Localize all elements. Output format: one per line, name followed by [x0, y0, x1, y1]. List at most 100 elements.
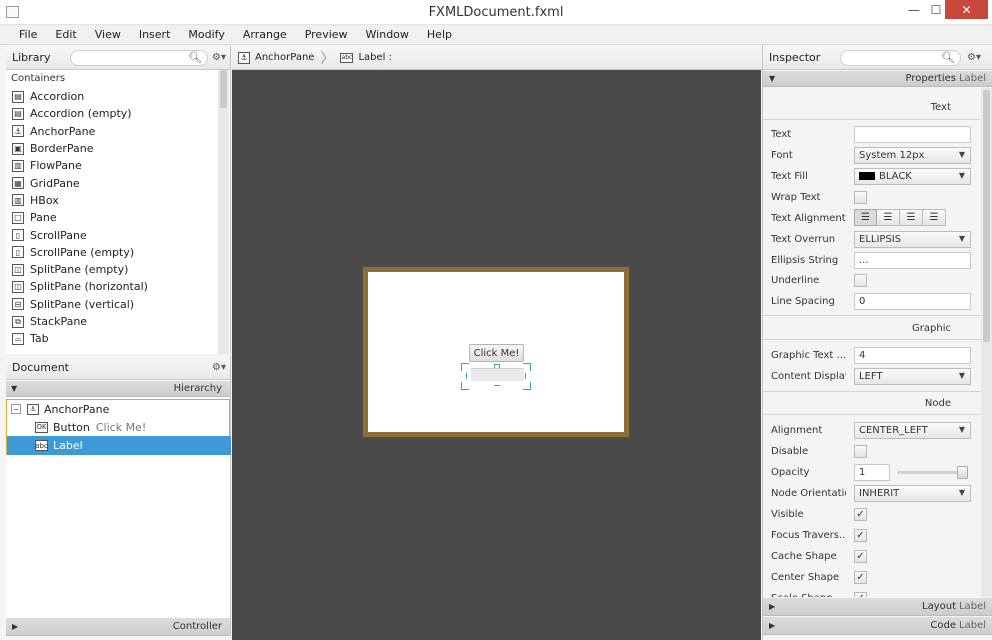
- document-gear-icon[interactable]: ⚙▾: [212, 362, 226, 373]
- inspector-scroll-thumb[interactable]: [983, 90, 990, 342]
- selection-handle-bl[interactable]: [461, 382, 469, 390]
- menu-help[interactable]: Help: [418, 28, 461, 41]
- node-orientation-combo[interactable]: INHERIT ▼: [854, 484, 971, 502]
- controller-bar[interactable]: ▶ Controller: [6, 618, 230, 636]
- menu-insert[interactable]: Insert: [130, 28, 180, 41]
- hierarchy-label: Hierarchy: [173, 383, 222, 394]
- container-icon: ▦: [12, 177, 24, 190]
- library-item[interactable]: ⌓ Tab: [6, 330, 218, 347]
- align-center-icon[interactable]: ☰: [877, 209, 900, 226]
- menu-modify[interactable]: Modify: [179, 28, 233, 41]
- breadcrumb-item-anchorpane[interactable]: AnchorPane: [255, 52, 314, 63]
- menu-arrange[interactable]: Arrange: [234, 28, 296, 41]
- alignment-combo[interactable]: CENTER_LEFT ▼: [854, 421, 971, 439]
- prop-wrap-text-label: Wrap Text: [771, 191, 821, 203]
- tree-item-label-selected[interactable]: abc Label: [7, 436, 231, 455]
- menu-edit[interactable]: Edit: [46, 28, 85, 41]
- library-item[interactable]: ▯ ScrollPane: [6, 226, 218, 243]
- close-button[interactable]: ✕: [945, 0, 988, 19]
- font-combo[interactable]: System 12px ▼: [854, 146, 971, 164]
- layout-toggle-icon[interactable]: ▶: [769, 602, 775, 611]
- properties-bar[interactable]: ▼ Properties : Label: [763, 71, 992, 87]
- text-fill-combo[interactable]: BLACK ▼: [854, 167, 971, 185]
- library-gear-icon[interactable]: ⚙▾: [212, 52, 226, 63]
- hierarchy-bar[interactable]: ▼ Hierarchy: [6, 381, 230, 397]
- maximize-button[interactable]: ☐: [926, 0, 946, 20]
- library-item[interactable]: ▥ HBox: [6, 192, 218, 209]
- align-justify-icon[interactable]: ☰: [923, 209, 946, 226]
- library-item[interactable]: ▥ FlowPane: [6, 157, 218, 174]
- selection-handle-left[interactable]: [462, 373, 467, 379]
- prop-disable-label: Disable: [771, 445, 809, 457]
- selected-label-element[interactable]: [471, 368, 524, 381]
- hierarchy-toggle-icon[interactable]: ▼: [11, 384, 17, 393]
- design-canvas[interactable]: Click Me!: [232, 70, 761, 640]
- properties-toggle-icon[interactable]: ▼: [769, 74, 775, 83]
- line-spacing-field[interactable]: 0: [854, 292, 971, 310]
- ellipsis-string-field[interactable]: ...: [854, 251, 971, 269]
- menu-preview[interactable]: Preview: [296, 28, 357, 41]
- code-toggle-icon[interactable]: ▶: [769, 621, 775, 630]
- label-icon: abc: [35, 440, 48, 451]
- inspector-search-input[interactable]: 🔍︎: [840, 50, 961, 66]
- library-item[interactable]: □ Pane: [6, 209, 218, 226]
- opacity-slider-thumb[interactable]: [957, 466, 968, 479]
- library-search-input[interactable]: 🔍︎: [70, 50, 208, 66]
- code-bar[interactable]: ▶ Code : Label: [763, 617, 992, 635]
- wrap-text-checkbox[interactable]: [854, 190, 867, 204]
- tree-item-anchorpane[interactable]: − ⚓ AnchorPane: [7, 400, 231, 418]
- disable-checkbox[interactable]: [854, 444, 867, 458]
- align-left-icon[interactable]: ☰: [854, 209, 877, 226]
- center-shape-checkbox[interactable]: ✓: [854, 570, 867, 584]
- library-scroll-thumb[interactable]: [220, 70, 227, 108]
- library-item[interactable]: ⧉ StackPane: [6, 313, 218, 330]
- prop-font: Font System 12px ▼: [771, 145, 971, 165]
- menu-bar: File Edit View Insert Modify Arrange Pre…: [0, 25, 992, 45]
- opacity-field[interactable]: 1: [854, 463, 890, 481]
- cache-shape-checkbox[interactable]: ✓: [854, 549, 867, 563]
- inspector-gear-icon[interactable]: ⚙▾: [967, 52, 981, 63]
- selection-handle-top[interactable]: [494, 364, 500, 368]
- click-me-button[interactable]: Click Me!: [469, 344, 524, 362]
- layout-bar[interactable]: ▶ Layout : Label: [763, 598, 992, 616]
- library-item[interactable]: ⚓ AnchorPane: [6, 123, 218, 140]
- tree-collapse-icon[interactable]: −: [11, 404, 21, 414]
- inspector-scrollbar[interactable]: [981, 88, 992, 597]
- menu-window[interactable]: Window: [357, 28, 418, 41]
- selection-handle-right[interactable]: [525, 373, 530, 379]
- library-item[interactable]: ▤ Accordion (empty): [6, 105, 218, 122]
- selection-handle-br[interactable]: [523, 382, 531, 390]
- library-item-label: Tab: [30, 332, 49, 346]
- align-right-icon[interactable]: ☰: [900, 209, 923, 226]
- content-display-combo[interactable]: LEFT ▼: [854, 367, 971, 385]
- library-item[interactable]: ▯ ScrollPane (empty): [6, 244, 218, 261]
- library-scrollbar[interactable]: [218, 70, 229, 354]
- library-item[interactable]: ◫ SplitPane (horizontal): [6, 278, 218, 295]
- tree-item-button[interactable]: OK Button Click Me!: [7, 418, 231, 436]
- library-item[interactable]: ▣ BorderPane: [6, 140, 218, 157]
- selection-handle-tr[interactable]: [523, 363, 531, 371]
- library-item[interactable]: ◫ SplitPane (empty): [6, 261, 218, 278]
- prop-cache-shape-label: Cache Shape: [771, 550, 837, 562]
- anchorpane-frame[interactable]: Click Me!: [363, 267, 629, 437]
- menu-view[interactable]: View: [86, 28, 130, 41]
- anchorpane-content[interactable]: Click Me!: [368, 272, 624, 432]
- library-item[interactable]: ▦ GridPane: [6, 174, 218, 191]
- library-item[interactable]: ▤ Accordion: [6, 88, 218, 105]
- selection-handle-bottom[interactable]: [494, 385, 500, 390]
- focus-traversable-checkbox[interactable]: ✓: [854, 528, 867, 542]
- scale-shape-checkbox[interactable]: ✓: [854, 591, 867, 597]
- text-field[interactable]: [854, 125, 971, 143]
- breadcrumb-item-label[interactable]: Label :: [358, 52, 392, 63]
- visible-checkbox[interactable]: ✓: [854, 507, 867, 521]
- minimize-button[interactable]: —: [904, 0, 924, 20]
- selection-handle-tl[interactable]: [461, 363, 469, 371]
- library-section-containers: Containers: [11, 73, 66, 84]
- menu-file[interactable]: File: [10, 28, 46, 41]
- underline-checkbox[interactable]: [854, 273, 867, 287]
- graphic-text-gap-field[interactable]: 4: [854, 346, 971, 364]
- controller-toggle-icon[interactable]: ▶: [12, 622, 18, 631]
- text-overrun-combo[interactable]: ELLIPSIS ▼: [854, 230, 971, 248]
- content-display-value: LEFT: [859, 370, 883, 382]
- library-item[interactable]: ⊟ SplitPane (vertical): [6, 296, 218, 313]
